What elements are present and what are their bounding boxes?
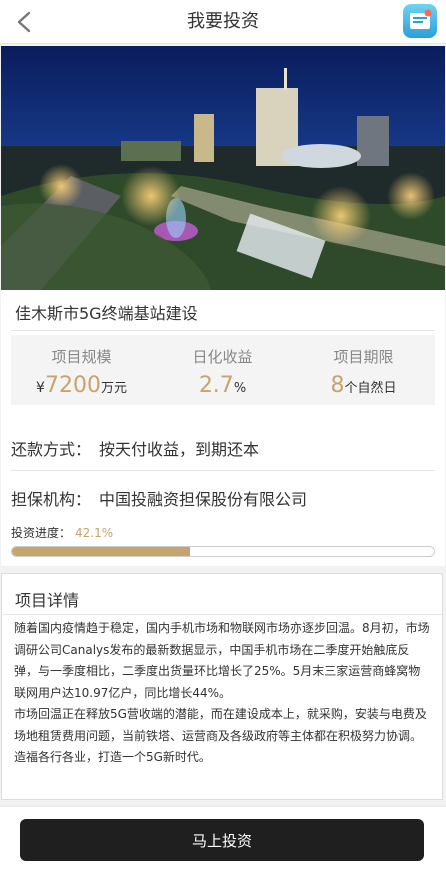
project-cover-image (1, 46, 445, 290)
progress-fill (12, 547, 190, 556)
invest-now-button[interactable]: 马上投资 (20, 819, 424, 861)
stat-label: 项目期限 (333, 348, 394, 366)
stat-term: 项目期限 8个自然日 (293, 335, 434, 405)
app-menu-icon (403, 4, 437, 38)
project-stats: 项目规模 ¥7200万元 日化收益 2.7% 项目期限 8个自然日 (11, 335, 435, 405)
top-nav-bar: 我要投资 (0, 0, 446, 44)
stat-value: 7200 (44, 373, 101, 398)
stat-value: 8 (330, 373, 345, 398)
stat-label: 日化收益 (192, 348, 253, 366)
progress-caption: 投资进度： (11, 526, 72, 540)
stat-daily-yield: 日化收益 2.7% (152, 335, 293, 405)
repayment-row: 还款方式： 按天付收益，到期还本 (11, 436, 259, 460)
bottom-action-bar: 马上投资 (0, 806, 446, 874)
app-menu-button[interactable] (402, 3, 438, 39)
divider (11, 330, 435, 331)
stat-unit: 万元 (100, 381, 127, 396)
detail-paragraph: 随着国内疫情趋于稳定，国内手机市场和物联网市场亦逐步回温。8月初，市场调研公司C… (14, 621, 430, 700)
detail-body: 随着国内疫情趋于稳定，国内手机市场和物联网市场亦逐步回温。8月初，市场调研公司C… (14, 618, 432, 769)
stat-unit: 个自然日 (344, 381, 397, 396)
page-title: 我要投资 (187, 11, 259, 32)
divider (2, 614, 442, 615)
stat-value: 2.7 (198, 373, 234, 398)
guarantor-value: 中国投融资担保股份有限公司 (99, 490, 308, 509)
progress-label: 投资进度： 42.1% (11, 524, 113, 541)
repayment-label: 还款方式： (11, 440, 92, 459)
stat-currency: ¥ (36, 380, 45, 396)
progress-bar (11, 546, 435, 557)
repayment-value: 按天付收益，到期还本 (99, 440, 260, 459)
project-detail-section: 项目详情 随着国内疫情趋于稳定，国内手机市场和物联网市场亦逐步回温。8月初，市场… (1, 573, 443, 800)
guarantor-row: 担保机构： 中国投融资担保股份有限公司 (11, 486, 307, 510)
stat-unit: % (233, 381, 247, 396)
project-name: 佳木斯市5G终端基站建设 (15, 304, 198, 323)
stat-label: 项目规模 (51, 348, 112, 366)
stat-scale: 项目规模 ¥7200万元 (11, 335, 152, 405)
detail-paragraph: 市场回温正在释放5G营收端的潜能，而在建设成本上，就采购，安装与电费及场地租赁费… (14, 707, 427, 764)
detail-title: 项目详情 (15, 591, 80, 610)
progress-percent: 42.1% (75, 526, 114, 540)
divider (11, 470, 435, 471)
project-summary-card: 佳木斯市5G终端基站建设 项目规模 ¥7200万元 日化收益 2.7% 项目期限… (1, 290, 445, 566)
guarantor-label: 担保机构： (11, 490, 92, 509)
